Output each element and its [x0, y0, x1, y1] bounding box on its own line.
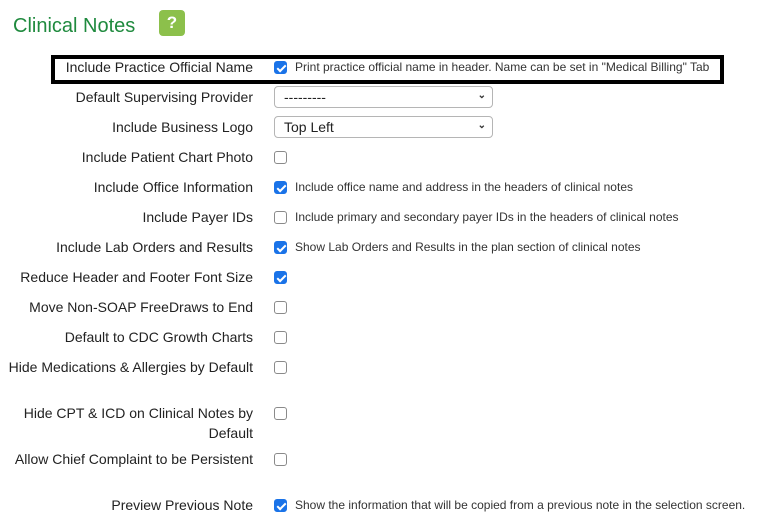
setting-checkbox[interactable] [274, 453, 287, 466]
setting-label: Include Practice Official Name [65, 59, 253, 75]
setting-description: Show the information that will be copied… [295, 498, 746, 512]
setting-checkbox[interactable] [274, 301, 287, 314]
setting-checkbox[interactable] [274, 61, 287, 74]
setting-label: Hide CPT & ICD on Clinical Notes by Defa… [23, 405, 253, 441]
setting-label: Include Business Logo [112, 119, 253, 135]
setting-select[interactable]: Top Left ⌄ [274, 116, 493, 138]
select-value: --------- [284, 89, 326, 105]
setting-checkbox[interactable] [274, 499, 287, 512]
setting-checkbox[interactable] [274, 211, 287, 224]
setting-checkbox[interactable] [274, 361, 287, 374]
setting-checkbox[interactable] [274, 241, 287, 254]
setting-label: Include Office Information [93, 179, 253, 195]
chevron-down-icon: ⌄ [477, 120, 486, 131]
setting-description: Print practice official name in header. … [295, 60, 710, 74]
setting-label: Allow Chief Complaint to be Persistent [14, 451, 253, 467]
setting-description: Include office name and address in the h… [295, 180, 633, 194]
setting-label: Reduce Header and Footer Font Size [20, 269, 253, 285]
setting-label: Move Non-SOAP FreeDraws to End [29, 299, 253, 315]
help-icon[interactable]: ? [159, 10, 185, 36]
setting-label: Default to CDC Growth Charts [64, 329, 253, 345]
setting-label: Hide Medications & Allergies by Default [8, 359, 253, 375]
setting-description: Include primary and secondary payer IDs … [295, 210, 679, 224]
setting-checkbox[interactable] [274, 407, 287, 420]
setting-description: Show Lab Orders and Results in the plan … [295, 240, 641, 254]
setting-label: Preview Previous Note [111, 497, 253, 513]
setting-label: Include Payer IDs [142, 209, 254, 225]
section-title: Clinical Notes [13, 15, 136, 37]
setting-checkbox[interactable] [274, 181, 287, 194]
setting-label: Include Lab Orders and Results [56, 239, 253, 255]
select-value: Top Left [284, 119, 334, 135]
setting-select[interactable]: --------- ⌄ [274, 86, 493, 108]
setting-checkbox[interactable] [274, 331, 287, 344]
setting-label: Include Patient Chart Photo [81, 149, 253, 165]
chevron-down-icon: ⌄ [477, 90, 486, 101]
setting-checkbox[interactable] [274, 151, 287, 164]
setting-label: Default Supervising Provider [75, 89, 253, 105]
setting-checkbox[interactable] [274, 271, 287, 284]
